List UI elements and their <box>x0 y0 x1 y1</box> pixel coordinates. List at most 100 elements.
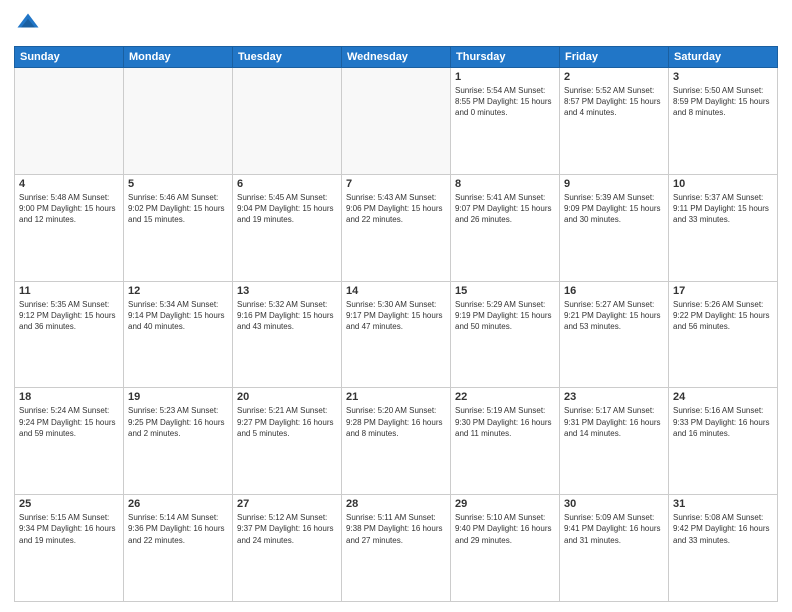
day-number: 5 <box>128 178 228 190</box>
day-info: Sunrise: 5:10 AM Sunset: 9:40 PM Dayligh… <box>455 512 555 546</box>
day-info: Sunrise: 5:50 AM Sunset: 8:59 PM Dayligh… <box>673 85 773 119</box>
day-info: Sunrise: 5:37 AM Sunset: 9:11 PM Dayligh… <box>673 192 773 226</box>
col-sunday: Sunday <box>15 47 124 68</box>
day-info: Sunrise: 5:09 AM Sunset: 9:41 PM Dayligh… <box>564 512 664 546</box>
day-info: Sunrise: 5:27 AM Sunset: 9:21 PM Dayligh… <box>564 299 664 333</box>
day-number: 28 <box>346 498 446 510</box>
calendar-cell: 22 Sunrise: 5:19 AM Sunset: 9:30 PM Dayli… <box>451 388 560 495</box>
col-thursday: Thursday <box>451 47 560 68</box>
week-row-2: 11 Sunrise: 5:35 AM Sunset: 9:12 PM Dayli… <box>15 281 778 388</box>
day-number: 12 <box>128 285 228 297</box>
day-info: Sunrise: 5:16 AM Sunset: 9:33 PM Dayligh… <box>673 405 773 439</box>
week-row-0: 1 Sunrise: 5:54 AM Sunset: 8:55 PM Daylig… <box>15 68 778 175</box>
day-number: 22 <box>455 391 555 403</box>
calendar-cell: 6 Sunrise: 5:45 AM Sunset: 9:04 PM Daylig… <box>233 174 342 281</box>
day-info: Sunrise: 5:08 AM Sunset: 9:42 PM Dayligh… <box>673 512 773 546</box>
calendar-cell: 2Sunrise: 5:52 AM Sunset: 8:57 PM Daylig… <box>560 68 669 175</box>
day-number: 20 <box>237 391 337 403</box>
calendar-cell: 30 Sunrise: 5:09 AM Sunset: 9:41 PM Dayli… <box>560 495 669 602</box>
calendar-cell: 7Sunrise: 5:43 AM Sunset: 9:06 PM Daylig… <box>342 174 451 281</box>
day-number: 29 <box>455 498 555 510</box>
day-number: 31 <box>673 498 773 510</box>
logo <box>14 10 46 38</box>
day-number: 15 <box>455 285 555 297</box>
day-number: 2 <box>564 71 664 83</box>
day-info: Sunrise: 5:54 AM Sunset: 8:55 PM Dayligh… <box>455 85 555 119</box>
calendar-cell <box>233 68 342 175</box>
calendar-cell: 31 Sunrise: 5:08 AM Sunset: 9:42 PM Dayli… <box>669 495 778 602</box>
day-info: Sunrise: 5:35 AM Sunset: 9:12 PM Dayligh… <box>19 299 119 333</box>
day-info: Sunrise: 5:17 AM Sunset: 9:31 PM Dayligh… <box>564 405 664 439</box>
calendar-cell: 27 Sunrise: 5:12 AM Sunset: 9:37 PM Dayli… <box>233 495 342 602</box>
day-number: 14 <box>346 285 446 297</box>
calendar-cell: 17Sunrise: 5:26 AM Sunset: 9:22 PM Dayli… <box>669 281 778 388</box>
day-number: 27 <box>237 498 337 510</box>
week-row-3: 18 Sunrise: 5:24 AM Sunset: 9:24 PM Dayli… <box>15 388 778 495</box>
col-monday: Monday <box>124 47 233 68</box>
day-info: Sunrise: 5:21 AM Sunset: 9:27 PM Dayligh… <box>237 405 337 439</box>
calendar-cell: 16 Sunrise: 5:27 AM Sunset: 9:21 PM Dayli… <box>560 281 669 388</box>
day-info: Sunrise: 5:48 AM Sunset: 9:00 PM Dayligh… <box>19 192 119 226</box>
calendar-cell: 13 Sunrise: 5:32 AM Sunset: 9:16 PM Dayli… <box>233 281 342 388</box>
day-number: 18 <box>19 391 119 403</box>
col-friday: Friday <box>560 47 669 68</box>
calendar-cell: 3 Sunrise: 5:50 AM Sunset: 8:59 PM Daylig… <box>669 68 778 175</box>
day-info: Sunrise: 5:11 AM Sunset: 9:38 PM Dayligh… <box>346 512 446 546</box>
day-info: Sunrise: 5:45 AM Sunset: 9:04 PM Dayligh… <box>237 192 337 226</box>
week-row-4: 25Sunrise: 5:15 AM Sunset: 9:34 PM Dayli… <box>15 495 778 602</box>
calendar-cell: 29 Sunrise: 5:10 AM Sunset: 9:40 PM Dayli… <box>451 495 560 602</box>
day-number: 23 <box>564 391 664 403</box>
day-info: Sunrise: 5:24 AM Sunset: 9:24 PM Dayligh… <box>19 405 119 439</box>
day-info: Sunrise: 5:30 AM Sunset: 9:17 PM Dayligh… <box>346 299 446 333</box>
calendar-cell: 14 Sunrise: 5:30 AM Sunset: 9:17 PM Dayli… <box>342 281 451 388</box>
day-info: Sunrise: 5:41 AM Sunset: 9:07 PM Dayligh… <box>455 192 555 226</box>
day-number: 21 <box>346 391 446 403</box>
day-number: 1 <box>455 71 555 83</box>
day-number: 13 <box>237 285 337 297</box>
day-info: Sunrise: 5:34 AM Sunset: 9:14 PM Dayligh… <box>128 299 228 333</box>
day-number: 8 <box>455 178 555 190</box>
calendar-cell: 25Sunrise: 5:15 AM Sunset: 9:34 PM Dayli… <box>15 495 124 602</box>
calendar-cell: 1 Sunrise: 5:54 AM Sunset: 8:55 PM Daylig… <box>451 68 560 175</box>
day-number: 24 <box>673 391 773 403</box>
day-number: 4 <box>19 178 119 190</box>
day-info: Sunrise: 5:46 AM Sunset: 9:02 PM Dayligh… <box>128 192 228 226</box>
calendar-cell: 18 Sunrise: 5:24 AM Sunset: 9:24 PM Dayli… <box>15 388 124 495</box>
day-info: Sunrise: 5:15 AM Sunset: 9:34 PM Dayligh… <box>19 512 119 546</box>
calendar-cell: 15Sunrise: 5:29 AM Sunset: 9:19 PM Dayli… <box>451 281 560 388</box>
day-number: 30 <box>564 498 664 510</box>
day-info: Sunrise: 5:43 AM Sunset: 9:06 PM Dayligh… <box>346 192 446 226</box>
calendar-cell: 26 Sunrise: 5:14 AM Sunset: 9:36 PM Dayli… <box>124 495 233 602</box>
calendar-cell <box>342 68 451 175</box>
calendar-cell <box>15 68 124 175</box>
calendar-cell: 23 Sunrise: 5:17 AM Sunset: 9:31 PM Dayli… <box>560 388 669 495</box>
day-number: 10 <box>673 178 773 190</box>
day-number: 19 <box>128 391 228 403</box>
calendar-cell: 19 Sunrise: 5:23 AM Sunset: 9:25 PM Dayli… <box>124 388 233 495</box>
day-info: Sunrise: 5:32 AM Sunset: 9:16 PM Dayligh… <box>237 299 337 333</box>
page: Sunday Monday Tuesday Wednesday Thursday… <box>0 0 792 612</box>
calendar-cell: 12 Sunrise: 5:34 AM Sunset: 9:14 PM Dayli… <box>124 281 233 388</box>
calendar-cell: 21 Sunrise: 5:20 AM Sunset: 9:28 PM Dayli… <box>342 388 451 495</box>
calendar-cell: 4 Sunrise: 5:48 AM Sunset: 9:00 PM Daylig… <box>15 174 124 281</box>
calendar-cell: 5 Sunrise: 5:46 AM Sunset: 9:02 PM Daylig… <box>124 174 233 281</box>
day-number: 16 <box>564 285 664 297</box>
day-number: 9 <box>564 178 664 190</box>
calendar-cell: 9 Sunrise: 5:39 AM Sunset: 9:09 PM Daylig… <box>560 174 669 281</box>
calendar-cell: 8 Sunrise: 5:41 AM Sunset: 9:07 PM Daylig… <box>451 174 560 281</box>
day-info: Sunrise: 5:20 AM Sunset: 9:28 PM Dayligh… <box>346 405 446 439</box>
day-info: Sunrise: 5:19 AM Sunset: 9:30 PM Dayligh… <box>455 405 555 439</box>
calendar-cell: 24 Sunrise: 5:16 AM Sunset: 9:33 PM Dayli… <box>669 388 778 495</box>
col-saturday: Saturday <box>669 47 778 68</box>
day-number: 6 <box>237 178 337 190</box>
day-number: 11 <box>19 285 119 297</box>
day-info: Sunrise: 5:14 AM Sunset: 9:36 PM Dayligh… <box>128 512 228 546</box>
day-info: Sunrise: 5:39 AM Sunset: 9:09 PM Dayligh… <box>564 192 664 226</box>
day-number: 3 <box>673 71 773 83</box>
week-row-1: 4 Sunrise: 5:48 AM Sunset: 9:00 PM Daylig… <box>15 174 778 281</box>
day-number: 26 <box>128 498 228 510</box>
calendar-cell: 11 Sunrise: 5:35 AM Sunset: 9:12 PM Dayli… <box>15 281 124 388</box>
day-info: Sunrise: 5:12 AM Sunset: 9:37 PM Dayligh… <box>237 512 337 546</box>
day-info: Sunrise: 5:23 AM Sunset: 9:25 PM Dayligh… <box>128 405 228 439</box>
calendar-cell: 10 Sunrise: 5:37 AM Sunset: 9:11 PM Dayli… <box>669 174 778 281</box>
